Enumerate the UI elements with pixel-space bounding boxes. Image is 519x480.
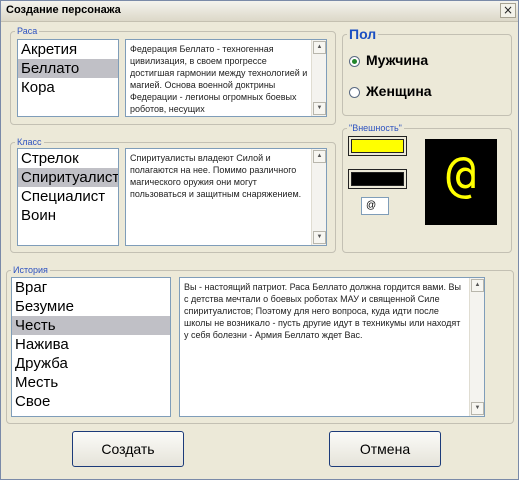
race-list-item[interactable]: Кора bbox=[18, 78, 118, 97]
history-list-item[interactable]: Свое bbox=[12, 392, 170, 411]
preview-symbol: @ bbox=[445, 145, 477, 203]
scroll-down-icon[interactable]: ▼ bbox=[313, 102, 326, 115]
race-legend: Раса bbox=[17, 26, 38, 36]
class-description-text: Спиритуалисты владеют Силой и полагаются… bbox=[130, 153, 302, 199]
history-legend: История bbox=[13, 265, 48, 275]
race-description-text: Федерация Беллато - техногенная цивилиза… bbox=[130, 44, 308, 114]
class-list-item[interactable]: Воин bbox=[18, 206, 118, 225]
history-description-scrollbar[interactable]: ▲ ▼ bbox=[469, 278, 484, 416]
history-list-item[interactable]: Дружба bbox=[12, 354, 170, 373]
symbol-input[interactable]: @ bbox=[361, 197, 389, 215]
class-list-item[interactable]: Спиритуалист bbox=[18, 168, 118, 187]
create-button[interactable]: Создать bbox=[72, 431, 184, 467]
close-icon[interactable]: × bbox=[500, 3, 516, 18]
gender-legend: Пол bbox=[349, 26, 377, 42]
gender-group: Пол bbox=[342, 26, 512, 116]
race-description-scrollbar[interactable]: ▲ ▼ bbox=[311, 40, 326, 116]
scroll-up-icon[interactable]: ▲ bbox=[471, 279, 484, 292]
history-list-item[interactable]: Враг bbox=[12, 278, 170, 297]
radio-icon bbox=[349, 86, 360, 98]
appearance-preview: @ bbox=[425, 139, 497, 225]
race-description[interactable]: Федерация Беллато - техногенная цивилиза… bbox=[125, 39, 327, 117]
title-bar: Создание персонажа × bbox=[1, 1, 518, 22]
background-color-swatch bbox=[351, 172, 404, 186]
class-list[interactable]: Стрелок Спиритуалист Специалист Воин bbox=[17, 148, 119, 246]
cancel-button[interactable]: Отмена bbox=[329, 431, 441, 467]
gender-male-label: Мужчина bbox=[366, 52, 429, 68]
scroll-up-icon[interactable]: ▲ bbox=[313, 150, 326, 163]
scroll-down-icon[interactable]: ▼ bbox=[471, 402, 484, 415]
history-list[interactable]: Враг Безумие Честь Нажива Дружба Месть Свое bbox=[11, 277, 171, 417]
race-list[interactable]: Акретия Беллато Кора bbox=[17, 39, 119, 117]
gender-male-radio[interactable]: Мужчина bbox=[349, 52, 428, 68]
history-list-item[interactable]: Нажива bbox=[12, 335, 170, 354]
class-description[interactable]: Спиритуалисты владеют Силой и полагаются… bbox=[125, 148, 327, 246]
history-description[interactable]: Вы - настоящий патриот. Раса Беллато дол… bbox=[179, 277, 485, 417]
history-list-item[interactable]: Безумие bbox=[12, 297, 170, 316]
background-color-button[interactable] bbox=[348, 169, 407, 189]
window-title: Создание персонажа bbox=[6, 4, 121, 16]
foreground-color-button[interactable] bbox=[348, 136, 407, 156]
scroll-up-icon[interactable]: ▲ bbox=[313, 41, 326, 54]
history-description-text: Вы - настоящий патриот. Раса Беллато дол… bbox=[184, 282, 461, 340]
class-description-scrollbar[interactable]: ▲ ▼ bbox=[311, 149, 326, 245]
scroll-down-icon[interactable]: ▼ bbox=[313, 231, 326, 244]
class-list-item[interactable]: Стрелок bbox=[18, 149, 118, 168]
character-creation-window: Создание персонажа × Раса Акретия Беллато… bbox=[0, 0, 519, 480]
class-list-item[interactable]: Специалист bbox=[18, 187, 118, 206]
appearance-legend: "Внешность" bbox=[349, 123, 402, 133]
history-list-item[interactable]: Месть bbox=[12, 373, 170, 392]
foreground-color-swatch bbox=[351, 139, 404, 153]
race-list-item[interactable]: Акретия bbox=[18, 40, 118, 59]
race-list-item[interactable]: Беллато bbox=[18, 59, 118, 78]
class-legend: Класс bbox=[17, 137, 42, 147]
history-list-item[interactable]: Честь bbox=[12, 316, 170, 335]
gender-female-radio[interactable]: Женщина bbox=[349, 83, 432, 99]
gender-female-label: Женщина bbox=[366, 83, 432, 99]
radio-icon bbox=[349, 55, 360, 67]
